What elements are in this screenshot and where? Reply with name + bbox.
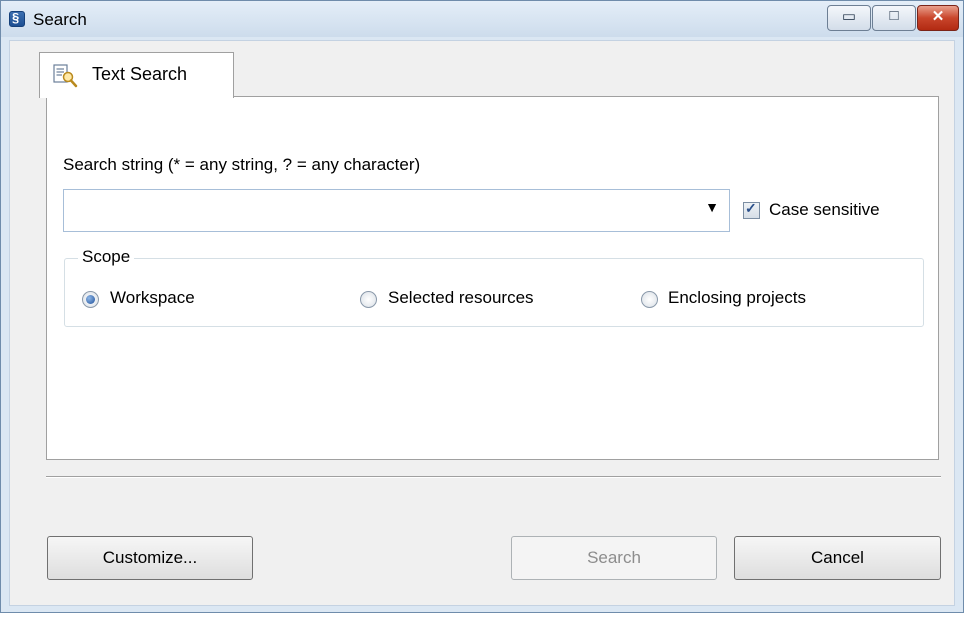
case-sensitive-label[interactable]: Case sensitive [769, 200, 880, 220]
close-button[interactable]: ✕ [917, 5, 959, 31]
search-button[interactable]: Search [511, 536, 717, 580]
customize-button[interactable]: Customize... [47, 536, 253, 580]
eclipse-app-icon [9, 10, 25, 27]
search-string-label: Search string (* = any string, ? = any c… [63, 155, 421, 174]
close-icon: ✕ [931, 8, 945, 25]
maximize-button[interactable]: □ [872, 5, 916, 31]
title-bar[interactable]: Search ▭ □ ✕ [1, 1, 963, 37]
scope-group-title: Scope [78, 247, 135, 267]
tab-text-search[interactable]: Text Search [39, 52, 234, 98]
button-bar-separator [46, 476, 941, 478]
checkmark-icon: ✓ [745, 200, 757, 216]
selected-resources-label[interactable]: Selected resources [388, 288, 534, 308]
case-sensitive-checkbox[interactable]: ✓ [743, 200, 760, 219]
text-search-icon [53, 64, 78, 88]
workspace-label[interactable]: Workspace [110, 288, 195, 308]
enclosing-projects-label[interactable]: Enclosing projects [668, 288, 806, 308]
maximize-icon: □ [889, 7, 899, 24]
window-title: Search [33, 10, 87, 29]
dropdown-arrow-icon[interactable]: ▼ [705, 199, 719, 215]
search-string-combobox[interactable]: ▼ [63, 189, 730, 232]
selected-resources-radio[interactable] [360, 291, 377, 308]
minimize-icon: ▭ [841, 8, 857, 25]
tab-label: Text Search [92, 64, 188, 84]
enclosing-projects-radio[interactable] [641, 291, 658, 308]
workspace-radio[interactable] [82, 291, 99, 308]
cancel-button[interactable]: Cancel [734, 536, 941, 580]
minimize-button[interactable]: ▭ [827, 5, 871, 31]
